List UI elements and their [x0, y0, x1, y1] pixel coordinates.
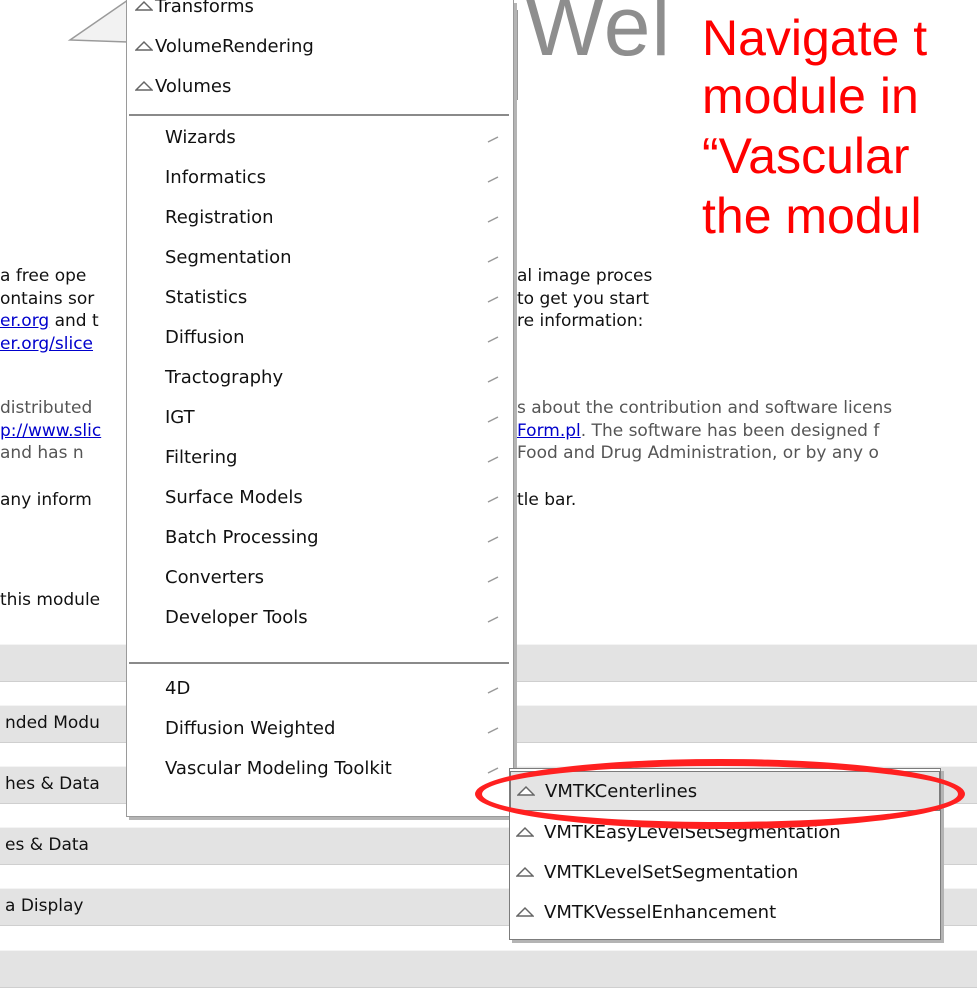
annotation-line-2: module in — [702, 68, 919, 124]
slicer-license-link[interactable]: p://www.slic — [0, 421, 101, 441]
menu-item-wizards[interactable]: Wizards — [127, 119, 513, 159]
menu-item-volumes[interactable]: Volumes — [127, 68, 513, 108]
diamond-icon — [516, 906, 534, 917]
menu-item-vascular-modeling-toolkit[interactable]: Vascular Modeling Toolkit — [127, 750, 513, 790]
modules-menu: Transforms VolumeRendering Volumes Wizar… — [126, 0, 514, 817]
this-module-text: this module — [0, 590, 101, 610]
intro-right-3: re information: — [517, 311, 644, 331]
diamond-icon — [135, 80, 153, 91]
submenu-arrow-icon — [487, 296, 499, 303]
license-text-1: distributed — [0, 398, 93, 418]
license-right-1: s about the contribution and software li… — [517, 398, 893, 418]
menu-separator — [129, 662, 509, 664]
menu-item-developer-tools[interactable]: Developer Tools — [127, 599, 513, 639]
menu-item-statistics[interactable]: Statistics — [127, 279, 513, 319]
menu-item-filtering[interactable]: Filtering — [127, 439, 513, 479]
menu-item-4d[interactable]: 4D — [127, 670, 513, 710]
submenu-item-vmtkcenterlines[interactable]: VMTKCenterlines — [510, 771, 940, 811]
info-text-right: tle bar. — [517, 490, 577, 510]
slicer-logo-icon — [67, 0, 129, 43]
submenu-item-vmtklevelsetsegmentation[interactable]: VMTKLevelSetSegmentation — [510, 853, 940, 893]
submenu-arrow-icon — [487, 416, 499, 423]
diamond-icon — [516, 826, 534, 837]
submenu-item-vmtkeasylevelsetsegmentation[interactable]: VMTKEasyLevelSetSegmentation — [510, 813, 940, 853]
intro-text-3: er.org and t — [0, 311, 99, 331]
submenu-arrow-icon — [487, 576, 499, 583]
diamond-icon — [517, 785, 535, 796]
submenu-arrow-icon — [487, 687, 499, 694]
slicer-org-link[interactable]: er.org — [0, 311, 49, 331]
license-form-link[interactable]: Form.pl — [517, 421, 581, 441]
intro-text-2: ontains sor — [0, 289, 95, 309]
submenu-item-vmtkvesselenhancement[interactable]: VMTKVesselEnhancement — [510, 893, 940, 933]
diamond-icon — [516, 866, 534, 877]
annotation-line-4: the modul — [702, 188, 922, 244]
menu-item-diffusion-weighted[interactable]: Diffusion Weighted — [127, 710, 513, 750]
menu-item-segmentation[interactable]: Segmentation — [127, 239, 513, 279]
panel-bar-6[interactable] — [0, 950, 977, 988]
menu-separator — [129, 114, 509, 116]
submenu-arrow-icon — [487, 536, 499, 543]
submenu-arrow-icon — [487, 496, 499, 503]
menu-item-surface-models[interactable]: Surface Models — [127, 479, 513, 519]
info-text-left: any inform — [0, 490, 92, 510]
slicer-docs-link[interactable]: er.org/slice — [0, 334, 93, 354]
annotation-line-1: Navigate t — [702, 10, 928, 66]
menu-item-converters[interactable]: Converters — [127, 559, 513, 599]
submenu-arrow-icon — [487, 767, 499, 774]
license-right-2: Form.pl. The software has been designed … — [517, 421, 880, 441]
intro-text-4: er.org/slice — [0, 334, 93, 354]
submenu-arrow-icon — [487, 256, 499, 263]
intro-right-1: al image proces — [517, 266, 653, 286]
submenu-arrow-icon — [487, 176, 499, 183]
diamond-icon — [135, 40, 153, 51]
header-divider — [516, 10, 518, 100]
vmtk-submenu: VMTKCenterlines VMTKEasyLevelSetSegmenta… — [509, 768, 941, 940]
submenu-arrow-icon — [487, 727, 499, 734]
menu-item-tractography[interactable]: Tractography — [127, 359, 513, 399]
welcome-heading: Wel — [525, 0, 672, 73]
license-text-3: and has n — [0, 443, 84, 463]
submenu-arrow-icon — [487, 136, 499, 143]
submenu-arrow-icon — [487, 216, 499, 223]
menu-item-igt[interactable]: IGT — [127, 399, 513, 439]
submenu-arrow-icon — [487, 616, 499, 623]
menu-item-transforms[interactable]: Transforms — [127, 0, 513, 28]
menu-item-informatics[interactable]: Informatics — [127, 159, 513, 199]
menu-item-batch-processing[interactable]: Batch Processing — [127, 519, 513, 559]
submenu-arrow-icon — [487, 336, 499, 343]
submenu-arrow-icon — [487, 456, 499, 463]
menu-item-diffusion[interactable]: Diffusion — [127, 319, 513, 359]
submenu-arrow-icon — [487, 376, 499, 383]
annotation-line-3: “Vascular — [702, 128, 910, 184]
menu-item-volumerendering[interactable]: VolumeRendering — [127, 28, 513, 68]
intro-right-2: to get you start — [517, 289, 650, 309]
diamond-icon — [135, 0, 153, 11]
license-right-3: Food and Drug Administration, or by any … — [517, 443, 879, 463]
intro-text-1: a free ope — [0, 266, 87, 286]
menu-item-registration[interactable]: Registration — [127, 199, 513, 239]
license-text-2: p://www.slic — [0, 421, 101, 441]
